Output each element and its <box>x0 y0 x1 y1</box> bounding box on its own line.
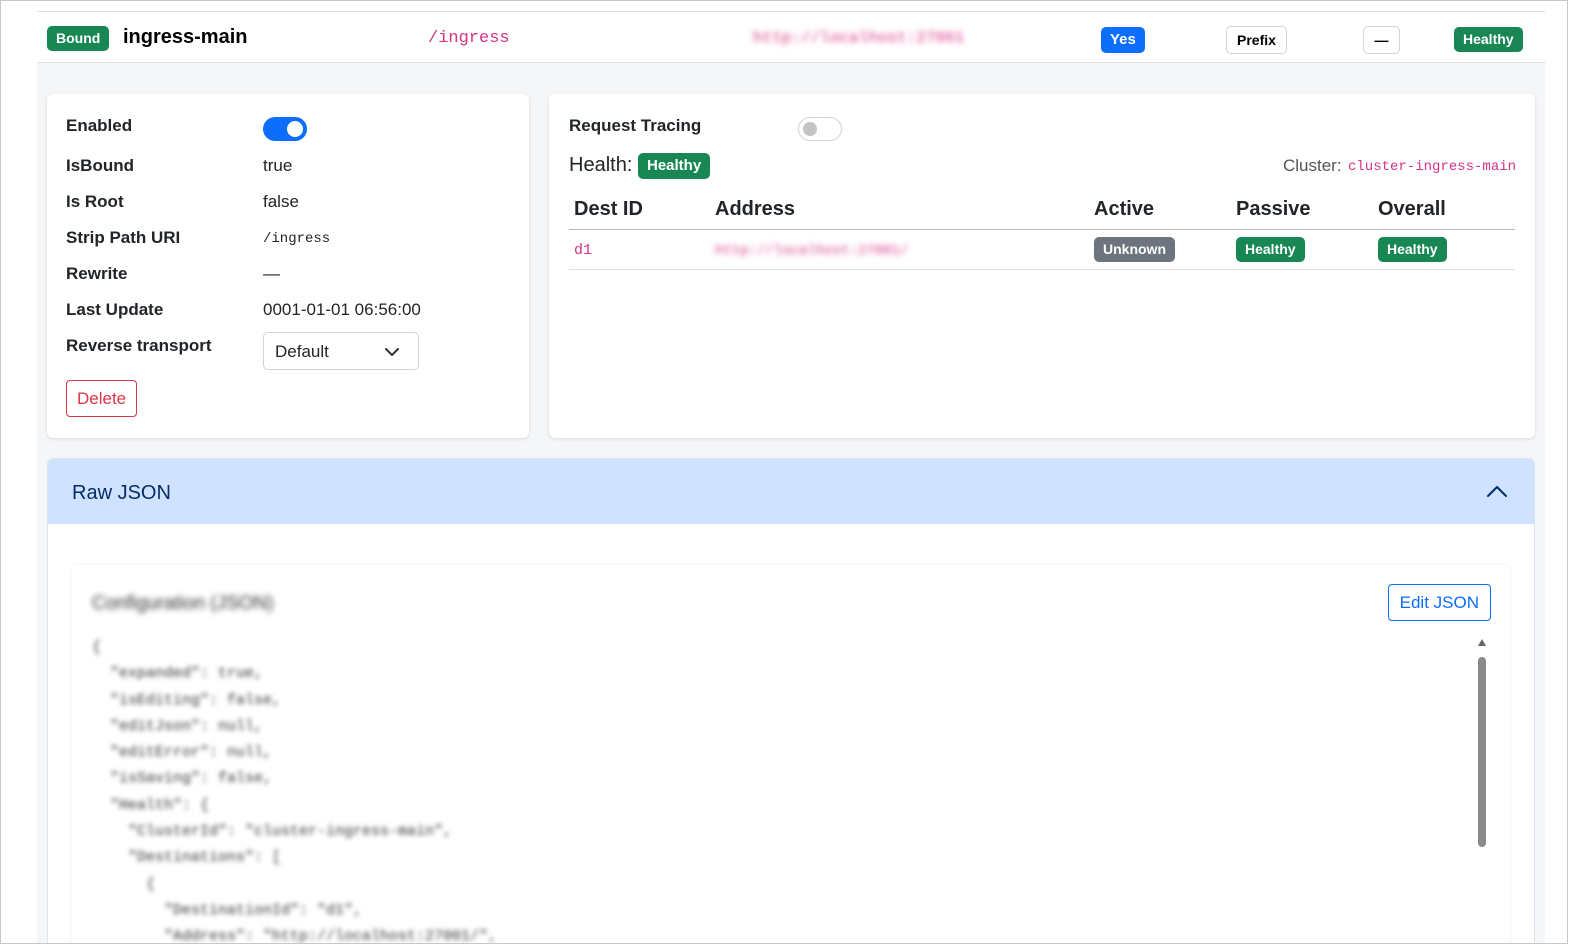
strip-path-label: Strip Path URI <box>66 228 181 247</box>
route-path: /ingress <box>428 29 510 48</box>
scroll-up-arrow-icon[interactable] <box>1478 639 1486 646</box>
passive-status-badge: Healthy <box>1236 237 1305 262</box>
edit-json-button[interactable]: Edit JSON <box>1387 584 1491 621</box>
cluster-label: Cluster: <box>1283 156 1342 175</box>
col-overall: Overall <box>1373 193 1515 230</box>
chevron-up-icon[interactable] <box>1486 483 1508 499</box>
reverse-transport-value: Default <box>275 342 329 361</box>
destinations-table: Dest ID Address Active Passive Overall d… <box>569 193 1515 270</box>
enabled-toggle[interactable] <box>263 117 307 141</box>
cluster-id: cluster-ingress-main <box>1348 159 1517 175</box>
route-address: http://localhost:27001 <box>753 29 965 47</box>
isbound-label: IsBound <box>66 156 134 175</box>
enabled-label: Enabled <box>66 116 133 135</box>
isbound-value: true <box>263 156 293 175</box>
strip-path-value: /ingress <box>263 231 331 247</box>
cluster-health-badge: Healthy <box>638 153 711 179</box>
col-dest-id: Dest ID <box>569 193 710 230</box>
raw-json-accordion: Raw JSON Configuration (JSON) Edit JSON … <box>47 458 1535 944</box>
overall-status-badge: Healthy <box>1378 237 1447 262</box>
root-badge: Yes <box>1101 27 1145 53</box>
rewrite-label: Rewrite <box>66 264 128 283</box>
route-name: ingress-main <box>123 26 248 48</box>
json-card-title: Configuration (JSON) <box>92 593 274 614</box>
json-config-card: Configuration (JSON) Edit JSON { "expand… <box>72 565 1510 944</box>
last-update-label: Last Update <box>66 300 164 319</box>
delete-button[interactable]: Delete <box>66 380 138 417</box>
table-row: d1 http://localhost:27001/ Unknown Healt… <box>569 229 1515 270</box>
rewrite-value: — <box>263 264 280 283</box>
match-badge: Prefix <box>1226 26 1287 54</box>
dest-address: http://localhost:27001/ <box>715 242 909 259</box>
route-health-badge: Healthy <box>1454 27 1523 52</box>
isroot-value: false <box>263 192 299 211</box>
col-active: Active <box>1089 193 1231 230</box>
health-label: Health: <box>569 154 633 176</box>
cluster-health-card: Request Tracing Health: Healthy Cluster:… <box>549 94 1535 438</box>
raw-json-title: Raw JSON <box>72 482 171 504</box>
route-row[interactable]: Bound ingress-main /ingress http://local… <box>37 11 1545 63</box>
isroot-label: Is Root <box>66 192 124 211</box>
request-tracing-toggle[interactable] <box>798 117 842 141</box>
raw-json-accordion-header[interactable]: Raw JSON <box>48 459 1534 524</box>
table-header-row: Dest ID Address Active Passive Overall <box>569 193 1515 230</box>
chevron-down-icon <box>385 348 399 356</box>
rewrite-badge: — <box>1363 26 1400 54</box>
active-status-badge: Unknown <box>1094 237 1175 262</box>
reverse-transport-select[interactable]: Default <box>263 332 419 370</box>
json-code-view: { "expanded": true, "isEditing": false, … <box>92 639 498 944</box>
dest-id: d1 <box>574 241 593 259</box>
col-address: Address <box>710 193 1089 230</box>
bound-badge: Bound <box>47 26 110 51</box>
reverse-transport-label: Reverse transport <box>66 336 212 355</box>
app-frame: Bound ingress-main /ingress http://local… <box>0 0 1568 944</box>
route-details-card: Enabled IsBound true Is Root false Strip… <box>47 94 529 438</box>
request-tracing-label: Request Tracing <box>569 116 702 135</box>
last-update-value: 0001-01-01 06:56:00 <box>263 300 421 319</box>
json-scrollbar-thumb[interactable] <box>1478 657 1486 847</box>
col-passive: Passive <box>1231 193 1373 230</box>
